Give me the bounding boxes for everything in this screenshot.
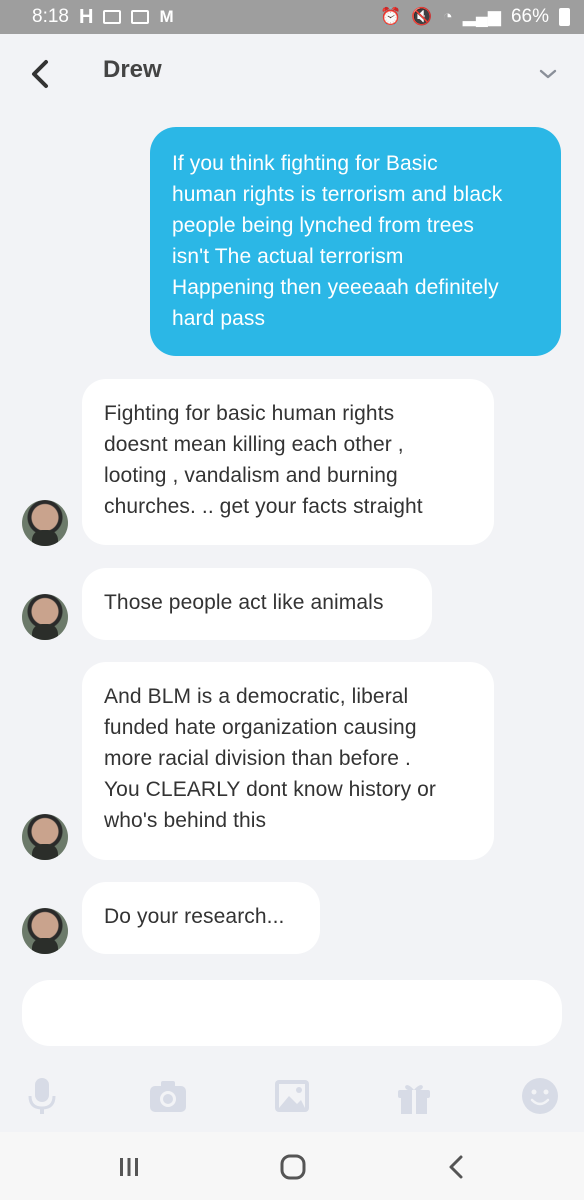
message-line: Happening then yeeeaah definitely xyxy=(172,276,499,299)
chat-toolbar xyxy=(0,1062,584,1132)
chevron-down-icon[interactable] xyxy=(536,62,560,86)
message-line: who's behind this xyxy=(104,809,267,832)
mute-icon: 🔇 xyxy=(411,7,433,26)
microphone-icon[interactable] xyxy=(22,1076,62,1116)
gmail-icon: M xyxy=(159,7,174,26)
chat-header: Drew xyxy=(0,34,584,114)
signal-icon: ▂▄▆ xyxy=(462,7,501,26)
message-line: people being lynched from trees xyxy=(172,214,474,237)
battery-percent: 66% xyxy=(510,6,549,27)
message-line: human rights is terrorism and black xyxy=(172,183,503,206)
contact-avatar[interactable] xyxy=(22,908,68,954)
status-bar: 8:18 H M ⏰ 🔇 ◔ ▂▄▆ 66% xyxy=(0,0,584,34)
message-line: Do your research... xyxy=(104,905,285,928)
contact-name[interactable]: Drew xyxy=(103,56,162,84)
message-input[interactable] xyxy=(22,980,562,1046)
message-line: Those people act like animals xyxy=(104,591,384,614)
back-arrow-icon[interactable] xyxy=(26,56,58,92)
message-line: If you think fighting for Basic xyxy=(172,152,438,175)
message-line: Fighting for basic human rights xyxy=(104,402,395,425)
incoming-message[interactable]: And BLM is a democratic, liberal funded … xyxy=(82,662,494,860)
wifi-icon: ◔ xyxy=(442,7,453,26)
incoming-message[interactable]: Those people act like animals xyxy=(82,568,432,640)
message-line: more racial division than before . xyxy=(104,747,411,770)
incoming-message[interactable]: Fighting for basic human rights doesnt m… xyxy=(82,379,494,545)
system-nav-bar xyxy=(0,1132,584,1200)
home-icon[interactable] xyxy=(276,1150,310,1184)
message-line: You CLEARLY dont know history or xyxy=(104,778,437,801)
incoming-message[interactable]: Do your research... xyxy=(82,882,320,954)
h-logo-icon: H xyxy=(78,5,94,28)
gift-icon[interactable] xyxy=(394,1076,434,1116)
contact-avatar[interactable] xyxy=(22,814,68,860)
alarm-icon: ⏰ xyxy=(380,7,402,26)
gallery-icon xyxy=(131,10,150,24)
system-back-icon[interactable] xyxy=(440,1150,474,1184)
message-line: doesnt mean killing each other , xyxy=(104,433,404,456)
message-line: looting , vandalism and burning xyxy=(104,464,398,487)
camera-icon[interactable] xyxy=(148,1076,188,1116)
outgoing-message[interactable]: If you think fighting for Basic human ri… xyxy=(150,127,561,356)
emoji-icon[interactable] xyxy=(520,1076,560,1116)
recent-apps-icon[interactable] xyxy=(112,1150,146,1184)
message-line: churches. .. get your facts straight xyxy=(104,495,423,518)
contact-avatar[interactable] xyxy=(22,500,68,546)
image-icon[interactable] xyxy=(272,1076,312,1116)
amazon-icon xyxy=(103,10,122,24)
contact-avatar[interactable] xyxy=(22,594,68,640)
message-line: isn't The actual terrorism xyxy=(172,245,404,268)
status-time: 8:18 xyxy=(32,6,69,27)
battery-icon xyxy=(559,8,570,26)
message-line: funded hate organization causing xyxy=(104,716,417,739)
message-line: hard pass xyxy=(172,307,266,330)
message-line: And BLM is a democratic, liberal xyxy=(104,685,409,708)
